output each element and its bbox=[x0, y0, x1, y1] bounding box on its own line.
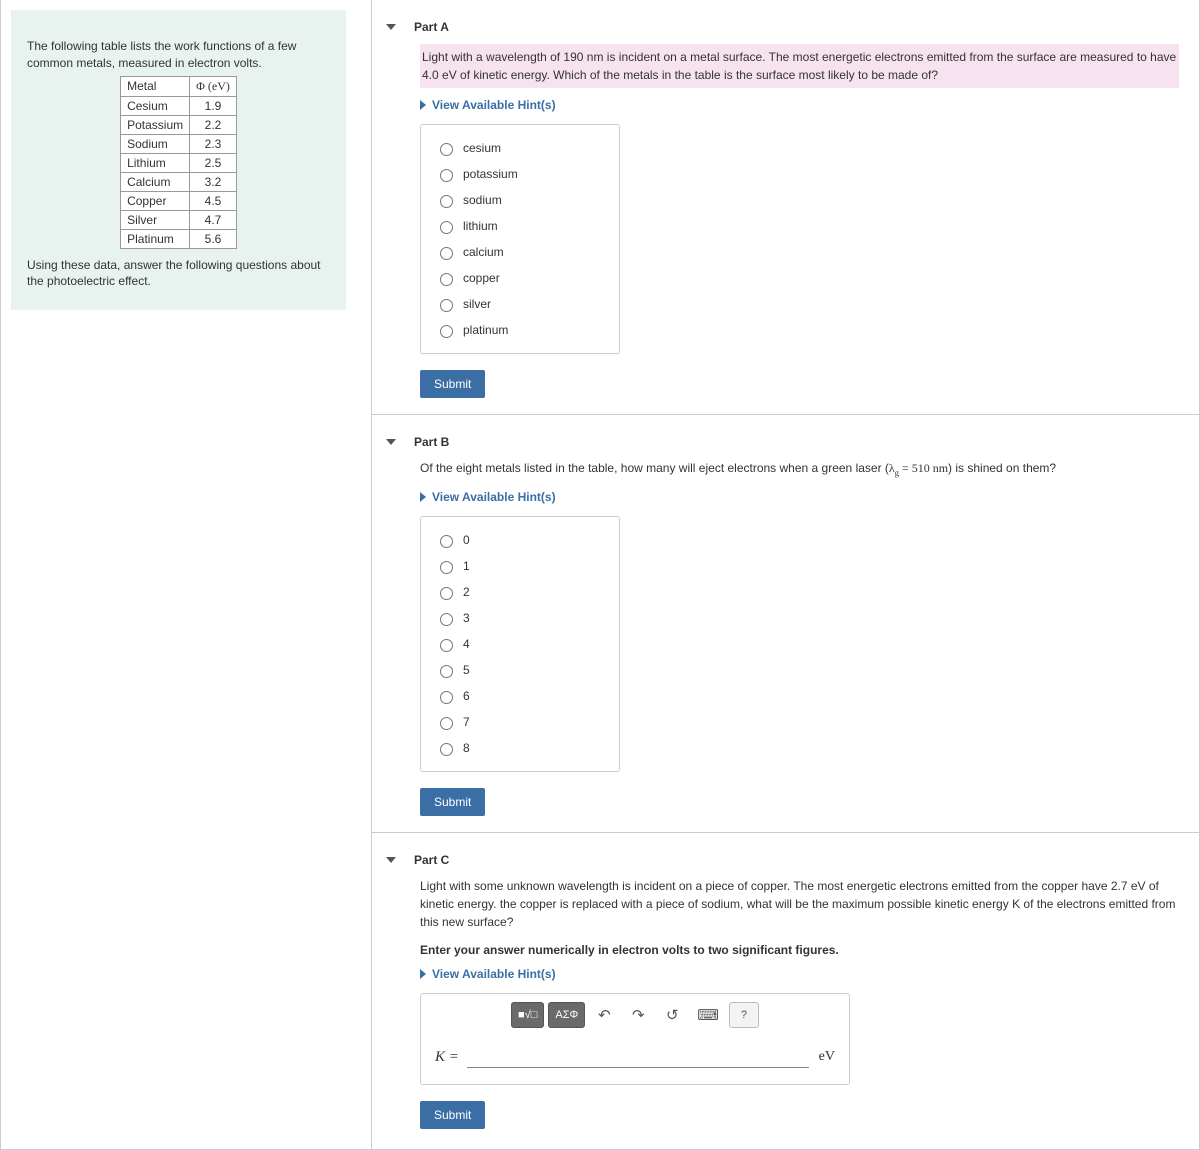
template-button[interactable]: ■√□ bbox=[511, 1002, 544, 1028]
keyboard-button[interactable]: ⌨ bbox=[691, 1002, 725, 1028]
part-c-hints-link[interactable]: View Available Hint(s) bbox=[420, 967, 1179, 981]
part-c-submit-button[interactable]: Submit bbox=[420, 1101, 485, 1129]
part-a-submit-button[interactable]: Submit bbox=[420, 370, 485, 398]
option-2[interactable]: 2 bbox=[435, 579, 605, 605]
greek-letters-button[interactable]: ΑΣΦ bbox=[548, 1002, 585, 1028]
part-b-section: Part B Of the eight metals listed in the… bbox=[372, 414, 1199, 832]
option-copper[interactable]: copper bbox=[435, 265, 605, 291]
answer-input[interactable] bbox=[467, 1046, 809, 1068]
option-calcium[interactable]: calcium bbox=[435, 239, 605, 265]
part-a-prompt: Light with a wavelength of 190 nm is inc… bbox=[420, 44, 1179, 88]
option-3[interactable]: 3 bbox=[435, 605, 605, 631]
part-b-header[interactable]: Part B bbox=[372, 425, 1199, 459]
part-b-title: Part B bbox=[414, 435, 449, 449]
table-header-metal: Metal bbox=[121, 76, 190, 96]
part-b-prompt: Of the eight metals listed in the table,… bbox=[420, 459, 1179, 480]
part-a-hints-link[interactable]: View Available Hint(s) bbox=[420, 98, 1179, 112]
option-6[interactable]: 6 bbox=[435, 683, 605, 709]
chevron-down-icon bbox=[386, 439, 396, 445]
help-button[interactable]: ? bbox=[729, 1002, 759, 1028]
option-1[interactable]: 1 bbox=[435, 553, 605, 579]
part-c-input-panel: ■√□ ΑΣΦ ↶ ↷ ↺ ⌨ ? K = eV bbox=[420, 993, 850, 1085]
part-a-header[interactable]: Part A bbox=[372, 10, 1199, 44]
part-b-submit-button[interactable]: Submit bbox=[420, 788, 485, 816]
table-row: Platinum5.6 bbox=[121, 229, 237, 248]
part-c-header[interactable]: Part C bbox=[372, 843, 1199, 877]
main-container: The following table lists the work funct… bbox=[0, 0, 1200, 1150]
chevron-down-icon bbox=[386, 24, 396, 30]
left-panel: The following table lists the work funct… bbox=[1, 0, 371, 1149]
part-c-title: Part C bbox=[414, 853, 449, 867]
option-7[interactable]: 7 bbox=[435, 709, 605, 735]
option-sodium[interactable]: sodium bbox=[435, 187, 605, 213]
chevron-right-icon bbox=[420, 100, 426, 110]
option-cesium[interactable]: cesium bbox=[435, 135, 605, 161]
intro-text-1: The following table lists the work funct… bbox=[27, 38, 330, 72]
option-8[interactable]: 8 bbox=[435, 735, 605, 761]
answer-unit: eV bbox=[819, 1049, 835, 1065]
equation-toolbar: ■√□ ΑΣΦ ↶ ↷ ↺ ⌨ ? bbox=[421, 994, 849, 1036]
right-panel: Part A Light with a wavelength of 190 nm… bbox=[371, 0, 1199, 1149]
option-lithium[interactable]: lithium bbox=[435, 213, 605, 239]
part-a-options: cesium potassium sodium lithium calcium … bbox=[420, 124, 620, 354]
option-silver[interactable]: silver bbox=[435, 291, 605, 317]
undo-button[interactable]: ↶ bbox=[589, 1002, 619, 1028]
chevron-right-icon bbox=[420, 492, 426, 502]
table-row: Copper4.5 bbox=[121, 191, 237, 210]
table-row: Potassium2.2 bbox=[121, 115, 237, 134]
reset-button[interactable]: ↺ bbox=[657, 1002, 687, 1028]
option-platinum[interactable]: platinum bbox=[435, 317, 605, 343]
work-function-table: Metal Φ (eV) Cesium1.9 Potassium2.2 Sodi… bbox=[120, 76, 237, 249]
option-4[interactable]: 4 bbox=[435, 631, 605, 657]
intro-box: The following table lists the work funct… bbox=[11, 10, 346, 310]
table-header-phi: Φ (eV) bbox=[190, 76, 237, 96]
table-row: Lithium2.5 bbox=[121, 153, 237, 172]
part-b-hints-link[interactable]: View Available Hint(s) bbox=[420, 490, 1179, 504]
answer-input-row: K = eV bbox=[421, 1036, 849, 1084]
table-row: Sodium2.3 bbox=[121, 134, 237, 153]
chevron-right-icon bbox=[420, 969, 426, 979]
part-b-options: 0 1 2 3 4 5 6 7 8 bbox=[420, 516, 620, 772]
part-c-prompt: Light with some unknown wavelength is in… bbox=[420, 877, 1179, 931]
table-row: Cesium1.9 bbox=[121, 96, 237, 115]
part-c-instruction: Enter your answer numerically in electro… bbox=[420, 941, 1179, 959]
part-c-section: Part C Light with some unknown wavelengt… bbox=[372, 832, 1199, 1145]
answer-lhs: K = bbox=[435, 1049, 459, 1066]
option-0[interactable]: 0 bbox=[435, 527, 605, 553]
option-5[interactable]: 5 bbox=[435, 657, 605, 683]
chevron-down-icon bbox=[386, 857, 396, 863]
intro-text-2: Using these data, answer the following q… bbox=[27, 257, 330, 291]
table-row: Calcium3.2 bbox=[121, 172, 237, 191]
table-row: Silver4.7 bbox=[121, 210, 237, 229]
part-a-section: Part A Light with a wavelength of 190 nm… bbox=[372, 0, 1199, 414]
redo-button[interactable]: ↷ bbox=[623, 1002, 653, 1028]
part-a-title: Part A bbox=[414, 20, 449, 34]
option-potassium[interactable]: potassium bbox=[435, 161, 605, 187]
